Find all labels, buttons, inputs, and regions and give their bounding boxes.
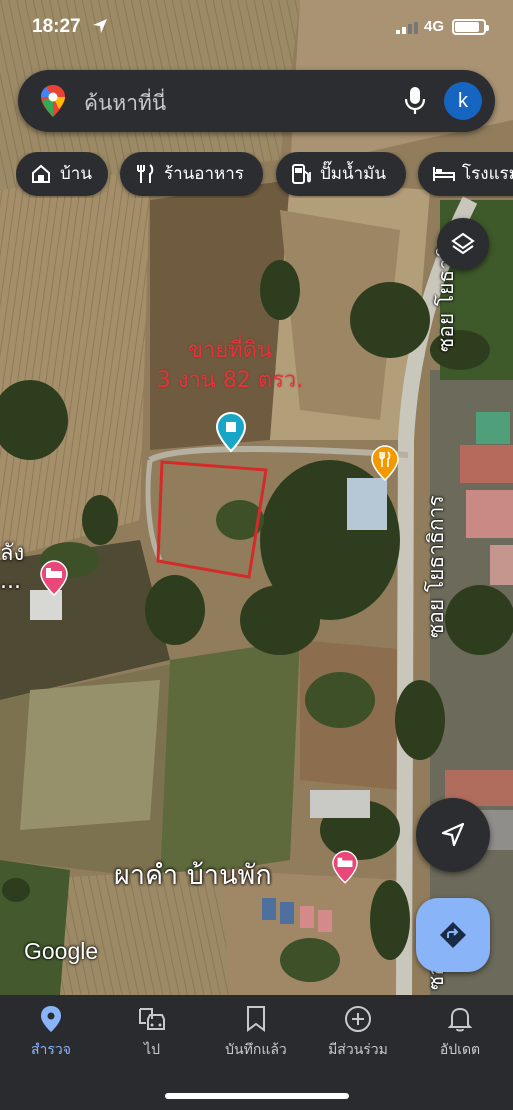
nav-updates-label: อัปเดต — [439, 1042, 481, 1058]
battery-level — [455, 22, 479, 32]
nav-go-label: ไป — [144, 1042, 160, 1058]
left-place-label[interactable]: ลัง ... — [0, 540, 24, 596]
navigation-arrow-icon — [441, 822, 465, 847]
nav-explore[interactable]: สำรวจ — [1, 1005, 101, 1061]
signal-icon — [396, 22, 418, 34]
chip-gas-station-label: ปั๊มน้ำมัน — [320, 164, 386, 184]
battery-icon — [452, 19, 489, 35]
nav-contribute-label: มีส่วนร่วม — [328, 1042, 388, 1058]
chip-home[interactable]: บ้าน — [16, 152, 108, 196]
chip-restaurant-label: ร้านอาหาร — [164, 164, 244, 184]
category-chips: บ้าน ร้านอาหาร ปั๊มน้ำมัน โรงแรม — [16, 152, 513, 198]
search-bar[interactable]: ค้นหาที่นี่ k — [18, 70, 495, 132]
gas-station-icon — [292, 164, 311, 184]
hotel-pin-icon[interactable] — [40, 560, 68, 596]
left-place-line-1: ลัง — [0, 541, 25, 566]
status-bar: 18:27 4G — [0, 0, 513, 56]
nav-go[interactable]: ไป — [102, 1005, 202, 1061]
nav-explore-label: สำรวจ — [31, 1042, 71, 1058]
hotel-pin-icon[interactable] — [332, 850, 358, 884]
nav-contribute[interactable]: มีส่วนร่วม — [308, 1005, 408, 1061]
chip-hotel[interactable]: โรงแรม — [418, 152, 513, 196]
network-type: 4G — [424, 18, 445, 35]
restaurant-icon — [137, 164, 154, 183]
nav-updates[interactable]: อัปเดต — [410, 1005, 510, 1061]
layers-icon — [451, 232, 475, 255]
search-input[interactable]: ค้นหาที่นี่ — [84, 87, 166, 120]
hotel-icon — [433, 167, 455, 181]
nav-saved-label: บันทึกแล้ว — [225, 1042, 287, 1058]
explore-pin-icon — [41, 1006, 61, 1032]
chip-hotel-label: โรงแรม — [462, 164, 513, 184]
dropped-pin-icon[interactable] — [216, 412, 246, 452]
commute-car-icon — [139, 1008, 165, 1030]
my-location-button[interactable] — [416, 798, 490, 872]
layers-button[interactable] — [437, 218, 489, 270]
road-label: ซอย โยธาธิการ — [424, 495, 448, 638]
left-place-line-2: ... — [0, 569, 21, 594]
home-icon — [32, 164, 50, 183]
annotation-line-2: 3 งาน 82 ตรว. — [156, 368, 304, 393]
location-arrow-icon — [93, 19, 107, 33]
bookmark-icon — [247, 1006, 265, 1032]
chip-restaurant[interactable]: ร้านอาหาร — [120, 152, 263, 196]
restaurant-pin-icon[interactable] — [371, 445, 399, 481]
place-name-label[interactable]: ผาคำ บ้านพัก — [114, 853, 272, 896]
annotation-line-1: ขายที่ดิน — [187, 338, 273, 363]
directions-button[interactable] — [416, 898, 490, 972]
home-indicator[interactable] — [165, 1093, 349, 1099]
account-avatar[interactable]: k — [444, 82, 482, 120]
bell-icon — [448, 1007, 472, 1032]
status-time: 18:27 — [32, 16, 81, 37]
google-logo: Google — [24, 938, 99, 964]
directions-icon — [440, 922, 466, 948]
google-maps-logo-icon — [41, 85, 65, 117]
land-sale-annotation: ขายที่ดิน 3 งาน 82 ตรว. — [120, 336, 340, 396]
chip-home-label: บ้าน — [60, 164, 92, 184]
microphone-icon[interactable] — [404, 86, 426, 116]
chip-gas-station[interactable]: ปั๊มน้ำมัน — [276, 152, 406, 196]
contribute-plus-icon — [345, 1006, 371, 1032]
nav-saved[interactable]: บันทึกแล้ว — [206, 1005, 306, 1061]
